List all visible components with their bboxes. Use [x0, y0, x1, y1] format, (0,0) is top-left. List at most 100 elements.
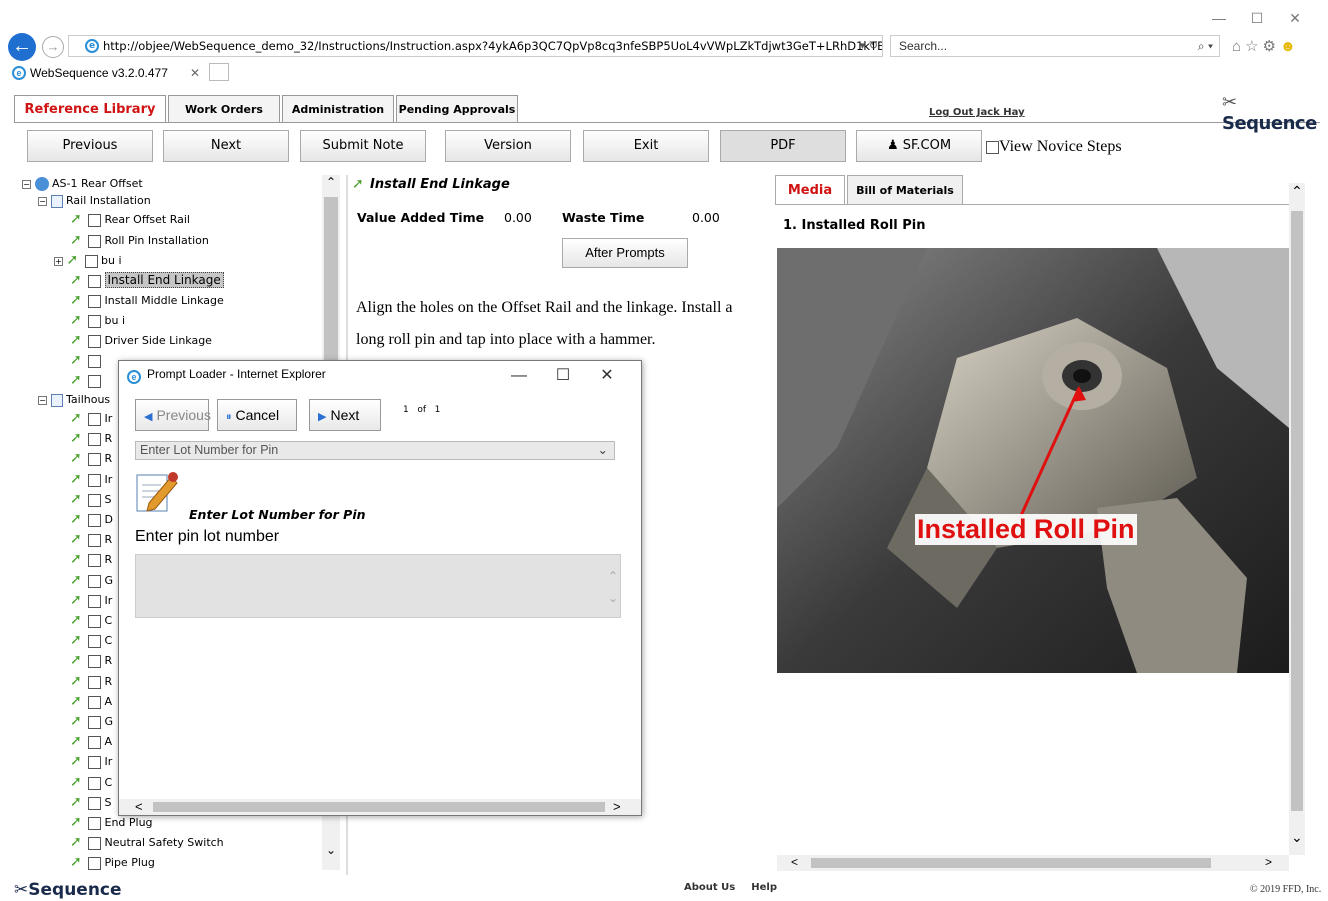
- step-checkbox[interactable]: [88, 856, 101, 870]
- prompt-select[interactable]: Enter Lot Number for Pin ⌄: [135, 441, 615, 460]
- tree-item[interactable]: ➚ A: [70, 732, 112, 750]
- step-checkbox[interactable]: [88, 473, 101, 487]
- tree-item[interactable]: ➚ Driver Side Linkage: [70, 331, 212, 349]
- step-checkbox[interactable]: [88, 314, 101, 328]
- step-checkbox[interactable]: [88, 533, 101, 547]
- about-us-link[interactable]: About Us: [684, 882, 735, 893]
- scroll-left-icon[interactable]: <: [791, 855, 798, 869]
- scroll-right-icon[interactable]: >: [613, 799, 621, 814]
- search-icon[interactable]: ⌕ ▾: [1198, 36, 1213, 56]
- expand-icon[interactable]: +: [54, 256, 63, 266]
- tree-item[interactable]: ➚ Ir: [70, 409, 112, 427]
- pdf-button[interactable]: PDF: [720, 130, 846, 162]
- step-checkbox[interactable]: [88, 432, 101, 446]
- minimize-icon[interactable]: —: [497, 367, 541, 385]
- new-tab-button[interactable]: [209, 63, 229, 81]
- step-checkbox[interactable]: [88, 594, 101, 608]
- tree-item[interactable]: ➚ R: [70, 449, 112, 467]
- tree-item[interactable]: ➚ R: [70, 429, 112, 447]
- browser-tab[interactable]: e WebSequence v3.2.0.477 ✕: [8, 62, 204, 84]
- logout-link[interactable]: Log Out Jack Hay: [929, 107, 1025, 118]
- tree-item[interactable]: ➚ C: [70, 773, 112, 791]
- step-checkbox[interactable]: [88, 493, 101, 507]
- step-checkbox[interactable]: [88, 796, 101, 810]
- close-icon[interactable]: ✕: [585, 365, 629, 385]
- scroll-up-icon[interactable]: ⌃: [1289, 183, 1305, 200]
- version-button[interactable]: Version: [445, 130, 571, 162]
- forward-button[interactable]: →: [42, 36, 64, 58]
- step-checkbox[interactable]: [88, 213, 101, 227]
- step-checkbox[interactable]: [88, 614, 101, 628]
- tree-item[interactable]: ➚ A: [70, 692, 112, 710]
- tree-item[interactable]: ➚ Pipe Plug: [70, 853, 155, 871]
- step-checkbox[interactable]: [84, 254, 98, 268]
- tree-item[interactable]: ➚ bu i: [70, 311, 125, 329]
- tab-administration[interactable]: Administration: [282, 95, 394, 123]
- maximize-icon[interactable]: ☐: [1238, 10, 1276, 27]
- tree-item[interactable]: ➚ Ir: [70, 752, 112, 770]
- step-checkbox[interactable]: [88, 695, 101, 709]
- tree-item[interactable]: ➚ S: [70, 793, 111, 811]
- step-checkbox[interactable]: [88, 755, 101, 769]
- step-checkbox[interactable]: [88, 634, 101, 648]
- tab-media[interactable]: Media: [775, 175, 845, 205]
- scroll-thumb[interactable]: [1291, 211, 1303, 811]
- scroll-left-icon[interactable]: <: [135, 799, 143, 814]
- scroll-thumb[interactable]: [153, 802, 605, 812]
- tree-item[interactable]: ➚: [70, 351, 101, 369]
- gear-icon[interactable]: ⚙: [1263, 38, 1280, 55]
- close-icon[interactable]: ✕: [1276, 10, 1314, 27]
- media-hscrollbar[interactable]: < >: [777, 855, 1289, 871]
- scroll-down-icon[interactable]: ⌄: [326, 843, 336, 857]
- scroll-thumb[interactable]: [811, 858, 1211, 868]
- collapse-icon[interactable]: −: [38, 395, 47, 405]
- step-checkbox[interactable]: [88, 274, 101, 288]
- maximize-icon[interactable]: ☐: [541, 365, 585, 385]
- favorites-icon[interactable]: ☆: [1245, 38, 1262, 55]
- help-link[interactable]: Help: [751, 882, 777, 893]
- tree-item[interactable]: ➚ R: [70, 530, 112, 548]
- step-checkbox[interactable]: [88, 452, 101, 466]
- tree-item[interactable]: ➚ Neutral Safety Switch: [70, 833, 224, 851]
- after-prompts-button[interactable]: After Prompts: [562, 238, 688, 268]
- sfcom-button[interactable]: ♟ SF.COM: [856, 130, 982, 162]
- step-checkbox[interactable]: [88, 654, 101, 668]
- exit-button[interactable]: Exit: [583, 130, 709, 162]
- tree-item[interactable]: ➚ G: [70, 571, 113, 589]
- next-button[interactable]: Next: [163, 130, 289, 162]
- browser-search-input[interactable]: Search... ⌕ ▾: [890, 35, 1220, 57]
- smiley-icon[interactable]: ☻: [1280, 38, 1300, 55]
- tree-item[interactable]: ➚: [70, 371, 101, 389]
- dialog-next-button[interactable]: ▶ Next: [309, 399, 381, 431]
- dialog-cancel-button[interactable]: ⏸ Cancel: [217, 399, 297, 431]
- tab-pending-approvals[interactable]: Pending Approvals: [396, 95, 518, 123]
- step-checkbox[interactable]: [88, 412, 101, 426]
- tree-item[interactable]: ➚ G: [70, 712, 113, 730]
- collapse-icon[interactable]: −: [38, 196, 47, 206]
- close-tab-icon[interactable]: ✕: [190, 62, 200, 84]
- step-checkbox[interactable]: [88, 513, 101, 527]
- step-checkbox[interactable]: [88, 234, 101, 248]
- step-checkbox[interactable]: [88, 574, 101, 588]
- step-checkbox[interactable]: [88, 816, 101, 830]
- tab-bill-of-materials[interactable]: Bill of Materials: [847, 175, 963, 205]
- view-novice-steps[interactable]: View Novice Steps: [986, 138, 1122, 156]
- tab-reference-library[interactable]: Reference Library: [14, 95, 166, 123]
- tree-item[interactable]: ➚ R: [70, 651, 112, 669]
- step-checkbox[interactable]: [88, 354, 101, 368]
- tree-group-tailhousing[interactable]: − Tailhous: [38, 391, 110, 409]
- step-checkbox[interactable]: [88, 374, 101, 388]
- media-scrollbar[interactable]: ⌃ ⌄: [1289, 183, 1305, 855]
- step-checkbox[interactable]: [88, 836, 101, 850]
- tree-root[interactable]: − AS-1 Rear Offset: [22, 175, 143, 193]
- tree-item[interactable]: ➚ Ir: [70, 470, 112, 488]
- step-checkbox[interactable]: [88, 334, 101, 348]
- scroll-up-icon[interactable]: ⌃: [322, 175, 340, 189]
- chevron-down-icon[interactable]: ⌄: [598, 442, 608, 459]
- step-checkbox[interactable]: [88, 715, 101, 729]
- collapse-icon[interactable]: −: [22, 179, 31, 189]
- step-checkbox[interactable]: [88, 776, 101, 790]
- tree-item[interactable]: ➚ D: [70, 510, 113, 528]
- tree-item[interactable]: ➚ R: [70, 672, 112, 690]
- textarea-scroll-icons[interactable]: ⌃ ⌄: [608, 565, 618, 609]
